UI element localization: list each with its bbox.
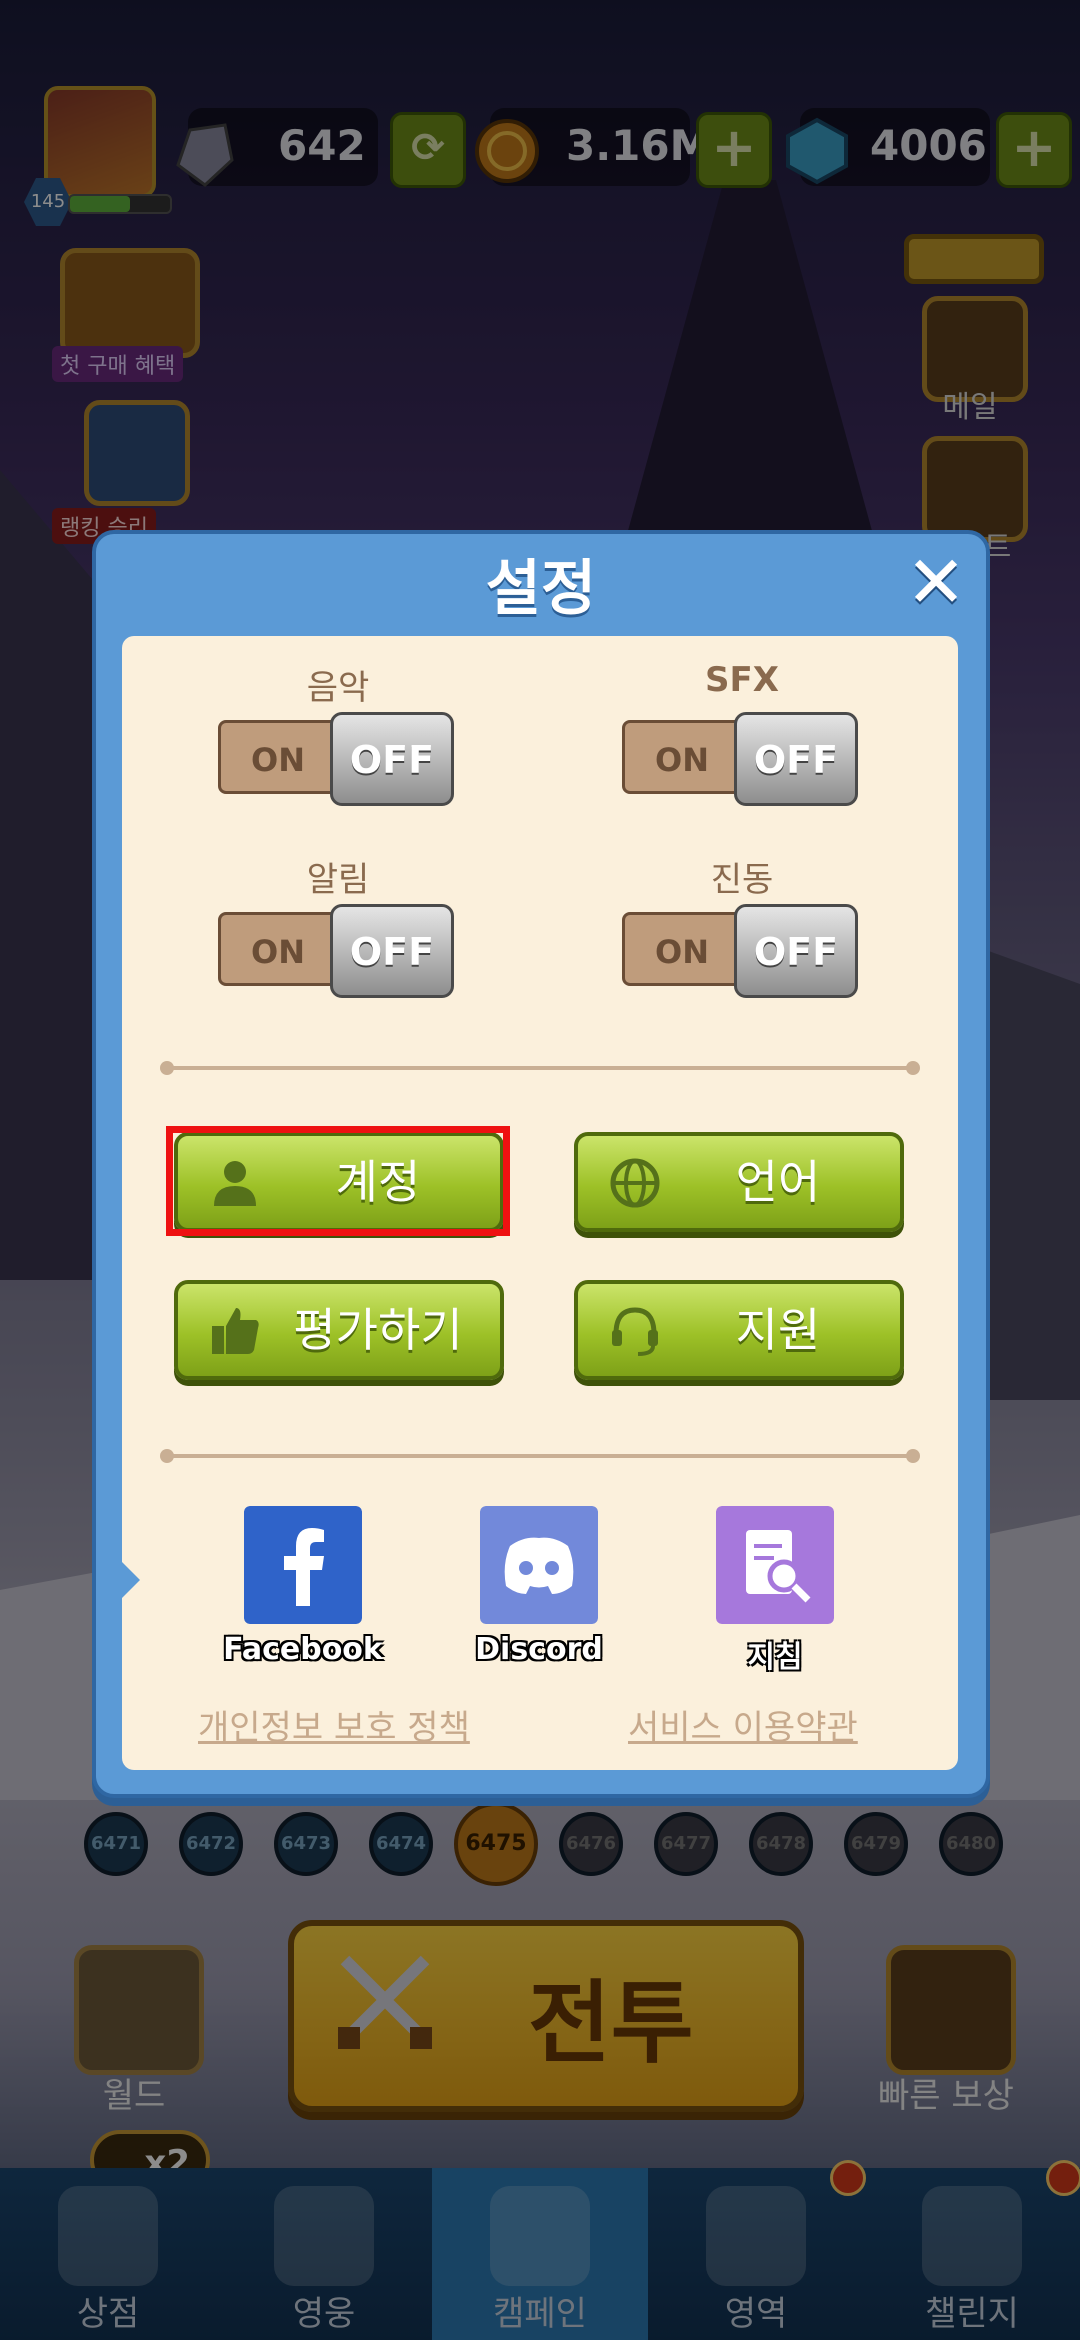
- discord-icon[interactable]: [480, 1506, 598, 1624]
- divider-dot: [906, 1061, 920, 1075]
- divider-dot: [160, 1449, 174, 1463]
- notification-label: 알림: [306, 860, 370, 900]
- support-button[interactable]: 지원: [574, 1280, 904, 1380]
- headset-icon: [612, 1307, 658, 1356]
- discord-label: Discord: [475, 1632, 603, 1667]
- thumbs-up-icon: [212, 1308, 259, 1354]
- settings-title: 설정: [485, 554, 597, 624]
- globe-icon: [610, 1158, 660, 1208]
- divider-dot: [160, 1061, 174, 1075]
- music-off-option[interactable]: OFF: [330, 712, 454, 806]
- sfx-label: SFX: [705, 660, 779, 700]
- music-on-option[interactable]: ON: [218, 720, 346, 794]
- divider-top: [166, 1066, 914, 1070]
- sfx-on-option[interactable]: ON: [622, 720, 750, 794]
- divider-dot: [906, 1449, 920, 1463]
- vibration-toggle[interactable]: ON OFF: [622, 904, 862, 1000]
- guide-icon[interactable]: [716, 1506, 834, 1624]
- close-icon[interactable]: ✕: [904, 546, 968, 618]
- vibration-off-option[interactable]: OFF: [734, 904, 858, 998]
- rate-label: 평가하기: [293, 1303, 463, 1357]
- divider-bottom: [166, 1454, 914, 1458]
- facebook-label: Facebook: [223, 1632, 383, 1667]
- sfx-toggle[interactable]: ON OFF: [622, 712, 862, 808]
- support-label: 지원: [735, 1303, 821, 1357]
- rate-button[interactable]: 평가하기: [174, 1280, 504, 1380]
- notification-off-option[interactable]: OFF: [330, 904, 454, 998]
- guide-label: 지침: [747, 1640, 803, 1675]
- notification-on-option[interactable]: ON: [218, 912, 346, 986]
- facebook-icon[interactable]: [244, 1506, 362, 1624]
- privacy-policy-link[interactable]: 개인정보 보호 정책: [198, 1700, 470, 1749]
- music-toggle[interactable]: ON OFF: [218, 712, 458, 808]
- vibration-label: 진동: [710, 860, 774, 900]
- notification-toggle[interactable]: ON OFF: [218, 904, 458, 1000]
- vibration-on-option[interactable]: ON: [622, 912, 750, 986]
- account-highlight-box: [166, 1126, 510, 1236]
- sfx-off-option[interactable]: OFF: [734, 712, 858, 806]
- terms-of-service-link[interactable]: 서비스 이용약관: [628, 1700, 858, 1749]
- language-button[interactable]: 언어: [574, 1132, 904, 1232]
- music-label: 음악: [306, 668, 370, 708]
- language-label: 언어: [735, 1155, 821, 1209]
